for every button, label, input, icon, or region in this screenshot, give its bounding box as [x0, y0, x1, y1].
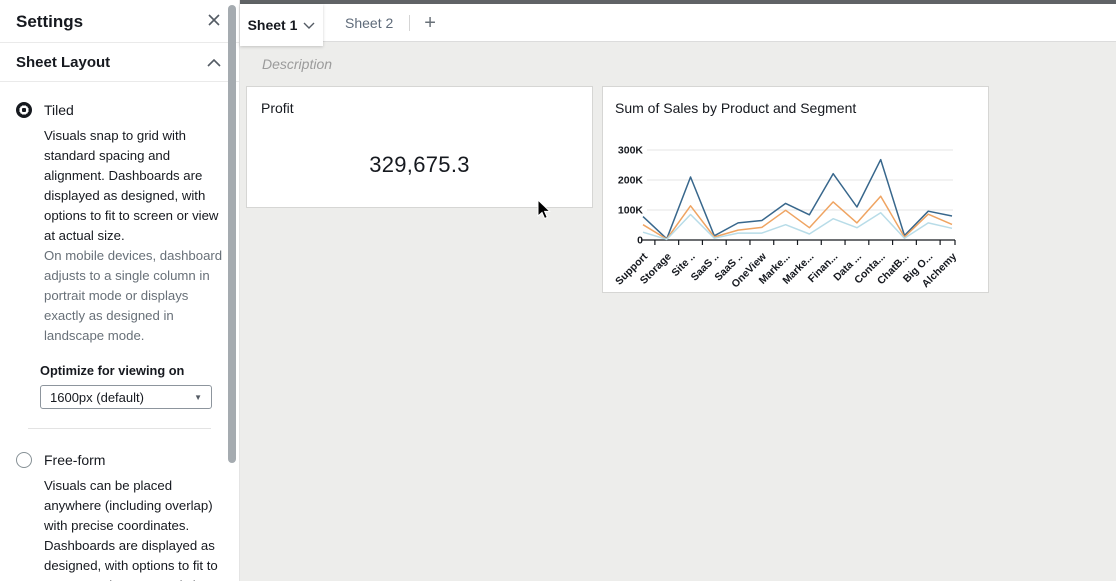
line-chart-visual[interactable]: Sum of Sales by Product and Segment 0100…	[602, 86, 989, 293]
optimize-group: Optimize for viewing on 1600px (default)…	[40, 363, 223, 409]
tiled-radio-label[interactable]: Tiled	[44, 102, 74, 118]
app-window: Settings Sheet Layout Tiled Visuals snap…	[0, 0, 1116, 581]
dropdown-caret-icon: ▼	[194, 393, 202, 402]
kpi-value-wrap: 329,675.3	[247, 116, 592, 207]
tiled-mobile-note: On mobile devices, dashboard adjusts to …	[44, 246, 223, 346]
tiled-radio-row[interactable]: Tiled	[16, 102, 223, 118]
sheet-layout-options: Tiled Visuals snap to grid with standard…	[0, 82, 239, 581]
sales-line-chart: 0100K200K300KSupportStorageSite ..SaaS .…	[603, 87, 990, 294]
sheet-tabbar: Sheet 1 Sheet 2 +	[240, 4, 1116, 42]
sheet-layout-section-header[interactable]: Sheet Layout	[0, 43, 239, 82]
svg-text:0: 0	[637, 235, 643, 247]
close-icon[interactable]	[205, 11, 223, 32]
sheet-canvas: Sheet 1 Sheet 2 + Profit 329,675.3 Sum o…	[240, 0, 1116, 581]
svg-text:100K: 100K	[618, 205, 644, 217]
tiled-option: Tiled Visuals snap to grid with standard…	[16, 102, 223, 409]
options-divider	[28, 428, 211, 429]
optimize-label: Optimize for viewing on	[40, 363, 223, 378]
panel-scrollbar-track	[228, 0, 236, 581]
settings-title: Settings	[16, 12, 83, 32]
freeform-radio-label[interactable]: Free-form	[44, 452, 105, 468]
freeform-description: Visuals can be placed anywhere (includin…	[44, 476, 223, 581]
tiled-description: Visuals snap to grid with standard spaci…	[44, 126, 223, 246]
panel-scrollbar-thumb[interactable]	[228, 5, 236, 463]
chevron-up-icon[interactable]	[205, 53, 223, 72]
kpi-visual-profit[interactable]: Profit 329,675.3	[246, 86, 593, 208]
freeform-radio[interactable]	[16, 452, 32, 468]
settings-panel: Settings Sheet Layout Tiled Visuals snap…	[0, 0, 240, 581]
tiled-radio[interactable]	[16, 102, 32, 118]
kpi-title: Profit	[247, 87, 592, 116]
tab-sheet-1[interactable]: Sheet 1	[240, 4, 323, 46]
svg-text:200K: 200K	[618, 175, 644, 187]
freeform-radio-row[interactable]: Free-form	[16, 452, 223, 468]
optimize-dropdown[interactable]: 1600px (default) ▼	[40, 385, 212, 409]
add-sheet-button[interactable]: +	[416, 13, 444, 33]
tab-sheet-1-label: Sheet 1	[248, 17, 298, 33]
optimize-dropdown-value: 1600px (default)	[50, 390, 144, 405]
kpi-value: 329,675.3	[369, 152, 470, 178]
settings-panel-header: Settings	[0, 0, 239, 43]
freeform-option: Free-form Visuals can be placed anywhere…	[16, 452, 223, 581]
sheet-layout-title: Sheet Layout	[16, 54, 110, 71]
chevron-down-icon[interactable]	[303, 22, 315, 29]
tab-sheet-2[interactable]: Sheet 2	[335, 9, 403, 37]
description-input[interactable]	[262, 53, 902, 75]
tab-separator	[409, 15, 410, 31]
svg-text:300K: 300K	[618, 145, 644, 157]
